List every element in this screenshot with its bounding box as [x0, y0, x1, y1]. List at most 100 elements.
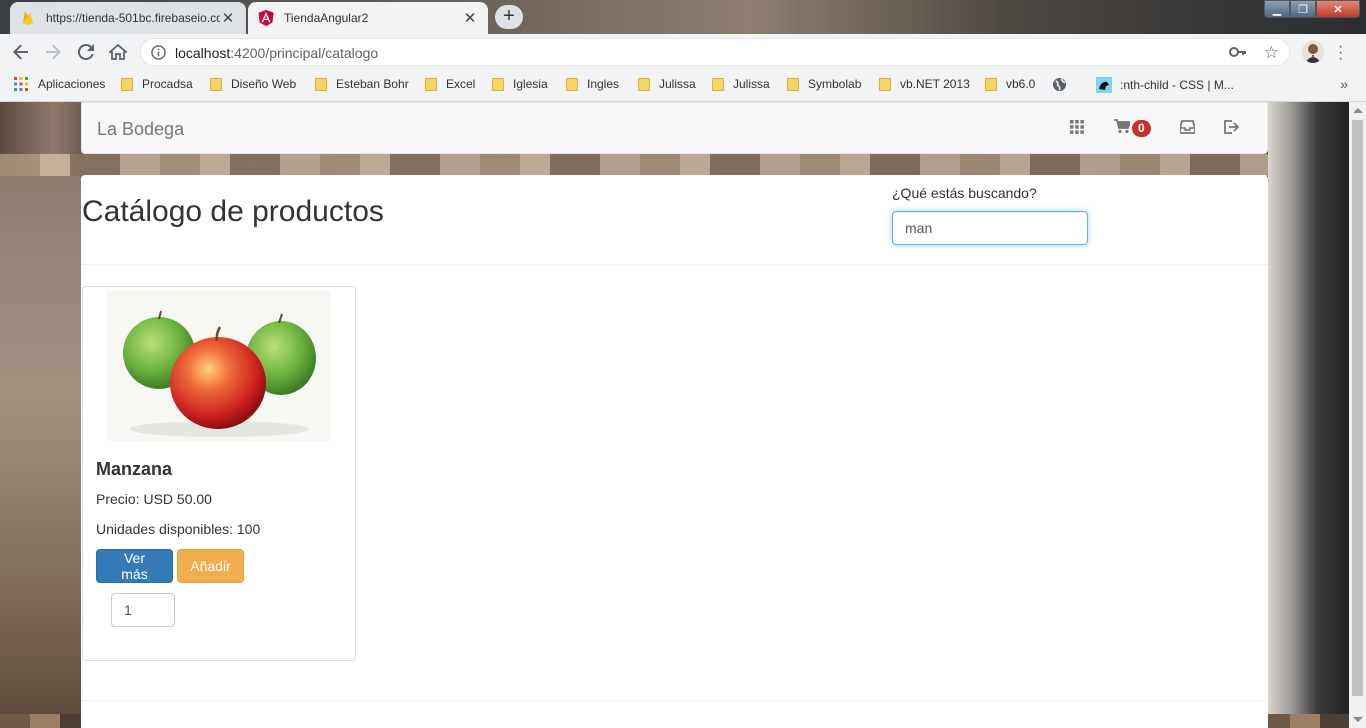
folder-icon	[566, 77, 578, 91]
tab-tiendaangular2[interactable]: TiendaAngular2 ✕	[248, 2, 488, 34]
address-bar[interactable]: localhost:4200/principal/catalogo ☆	[140, 38, 1290, 66]
bookmarks-bar: Aplicaciones Procadsa Diseño Web Esteban…	[0, 70, 1366, 102]
forward-icon[interactable]	[41, 40, 65, 64]
view-more-button[interactable]: Ver más	[96, 549, 173, 583]
background-image-right	[1268, 102, 1349, 728]
tab-firebase[interactable]: https://tienda-501bc.firebaseio.com ✕	[10, 2, 246, 34]
product-units: Unidades disponibles: 100	[96, 521, 261, 537]
scrollbar-thumb[interactable]	[1352, 120, 1363, 696]
tab-title: https://tienda-501bc.firebaseio.com	[46, 11, 220, 25]
shopping-cart-icon	[1114, 119, 1132, 137]
reload-icon[interactable]	[74, 40, 98, 64]
bookmark-label: Esteban Bohr	[336, 77, 409, 91]
bookmark-folder[interactable]: Excel	[425, 77, 475, 91]
bookmark-label: Procadsa	[142, 77, 193, 91]
bookmark-label: Iglesia	[513, 77, 548, 91]
maximize-button[interactable]: ❐	[1290, 0, 1316, 18]
top-navbar: La Bodega 0	[81, 102, 1268, 154]
cart-link[interactable]: 0	[1114, 119, 1151, 137]
bookmark-folder[interactable]: Julissa	[638, 77, 696, 91]
bookmark-label: :nth-child - CSS | M...	[1120, 78, 1234, 92]
apps-grid-icon	[14, 77, 28, 91]
firebase-icon	[20, 10, 36, 26]
bookmark-folder[interactable]: Symbolab	[787, 77, 861, 91]
search-input[interactable]	[892, 211, 1088, 245]
product-image-apples	[107, 291, 331, 441]
new-tab-button[interactable]: +	[495, 5, 523, 29]
folder-icon	[315, 77, 327, 91]
quantity-input[interactable]	[111, 593, 175, 627]
scroll-up-arrow[interactable]	[1353, 108, 1363, 113]
scroll-down-arrow[interactable]	[1353, 717, 1363, 722]
bookmark-label: Diseño Web	[231, 77, 297, 91]
search-label: ¿Qué estás buscando?	[892, 185, 1037, 201]
folder-icon	[492, 77, 504, 91]
bookmark-folder[interactable]: vb6.0	[985, 77, 1035, 91]
folder-icon	[879, 77, 891, 91]
close-window-button[interactable]: ✕	[1316, 0, 1360, 18]
close-tab-icon[interactable]: ✕	[462, 9, 478, 27]
product-name: Manzana	[96, 459, 173, 479]
folder-icon	[712, 77, 724, 91]
background-image-left	[0, 176, 82, 716]
bookmark-folder[interactable]: Julissa	[712, 77, 770, 91]
divider	[81, 700, 1268, 701]
close-tab-icon[interactable]: ✕	[220, 9, 236, 27]
bookmark-label: Julissa	[659, 77, 696, 91]
browser-toolbar: localhost:4200/principal/catalogo ☆ · · ·	[0, 34, 1366, 70]
bookmark-folder[interactable]: Iglesia	[492, 77, 548, 91]
cart-count-badge: 0	[1132, 119, 1151, 137]
bookmark-mdn[interactable]: :nth-child - CSS | M...	[1096, 77, 1234, 93]
window-controls: ▁ ❐ ✕	[1264, 0, 1360, 18]
angular-icon	[258, 10, 274, 26]
bookmark-folder[interactable]: Ingles	[566, 77, 619, 91]
bookmark-globe[interactable]	[1052, 77, 1067, 95]
bookmark-label: Symbolab	[808, 77, 862, 91]
info-icon[interactable]	[151, 45, 166, 63]
folder-icon	[985, 77, 997, 91]
log-out-icon[interactable]	[1224, 120, 1240, 134]
page-title: Catálogo de productos	[82, 195, 384, 228]
url-host: localhost	[175, 45, 231, 61]
folder-icon	[121, 77, 133, 91]
profile-avatar[interactable]	[1302, 41, 1324, 63]
bookmark-folder[interactable]: vb.NET 2013	[879, 77, 970, 91]
divider	[81, 264, 1268, 265]
navbar-brand[interactable]: La Bodega	[97, 119, 184, 140]
minimize-button[interactable]: ▁	[1264, 0, 1290, 18]
home-icon[interactable]	[106, 40, 130, 64]
bookmark-label: Julissa	[733, 77, 770, 91]
key-icon[interactable]	[1229, 45, 1247, 62]
grid-icon[interactable]	[1070, 120, 1084, 134]
browser-menu-icon[interactable]: · · ·	[1338, 39, 1343, 67]
bookmark-folder[interactable]: Esteban Bohr	[315, 77, 409, 91]
bookmark-label: Ingles	[587, 77, 620, 91]
catalog-panel: Catálogo de productos ¿Qué estás buscand…	[81, 175, 1268, 728]
url-text: localhost:4200/principal/catalogo	[175, 45, 378, 61]
folder-icon	[787, 77, 799, 91]
folder-icon	[210, 77, 222, 91]
bookmark-label: Aplicaciones	[38, 77, 106, 91]
back-icon[interactable]	[9, 40, 33, 64]
bookmark-label: vb6.0	[1006, 77, 1036, 91]
add-to-cart-button[interactable]: Añadir	[177, 549, 244, 583]
bookmark-label: Excel	[446, 77, 476, 91]
globe-icon	[1052, 77, 1067, 95]
tab-title: TiendaAngular2	[284, 11, 369, 25]
folder-icon	[638, 77, 650, 91]
page-viewport: La Bodega 0 Catálogo de productos ¿Qué e…	[0, 102, 1349, 728]
mdn-icon	[1096, 77, 1112, 93]
bookmarks-overflow-button[interactable]: »	[1340, 76, 1348, 92]
inbox-icon[interactable]	[1180, 120, 1195, 134]
bookmark-folder[interactable]: Diseño Web	[210, 77, 296, 91]
page-scrollbar[interactable]	[1349, 102, 1366, 728]
bookmark-apps[interactable]: Aplicaciones	[14, 77, 105, 91]
background-image-shelf	[0, 154, 1349, 176]
tab-strip: https://tienda-501bc.firebaseio.com ✕ Ti…	[0, 0, 1366, 34]
folder-icon	[425, 77, 437, 91]
bookmark-folder[interactable]: Procadsa	[121, 77, 193, 91]
bookmark-star-icon[interactable]: ☆	[1264, 43, 1279, 63]
url-path: :4200/principal/catalogo	[230, 45, 379, 61]
bookmark-label: vb.NET 2013	[900, 77, 970, 91]
product-card: Manzana Precio: USD 50.00 Unidades dispo…	[82, 286, 356, 661]
